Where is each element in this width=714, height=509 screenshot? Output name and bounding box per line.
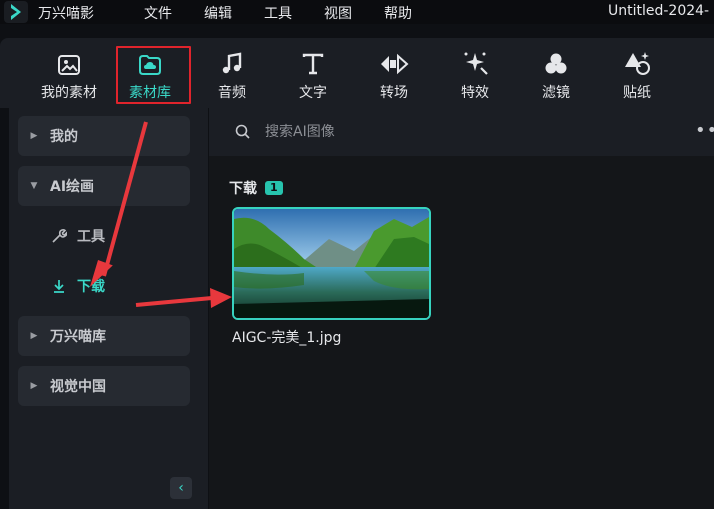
landscape-image [234,209,429,318]
more-options-icon[interactable]: ••• [695,120,714,141]
tab-label: 音频 [218,85,246,101]
sidebar-subitem-label: 下载 [77,279,105,295]
sidebar-subitem-label: 工具 [77,229,105,245]
media-thumbnail[interactable] [232,207,431,320]
tab-effects[interactable]: 特效 [440,48,510,108]
sidebar-item-mine[interactable]: ▶ 我的 [18,116,190,156]
transition-icon [379,48,409,76]
search-icon [235,124,251,144]
tab-label: 我的素材 [41,85,97,101]
sidebar-item-label: 万兴喵库 [50,329,106,345]
cloud-folder-icon [138,48,162,76]
wrench-icon [51,228,67,244]
filter-circles-icon [543,48,569,76]
tab-stickers[interactable]: 贴纸 [602,48,672,108]
search-input[interactable] [265,121,645,143]
sticker-icon [623,48,651,76]
caret-right-icon: ▶ [30,381,38,391]
app-name: 万兴喵影 [38,6,94,22]
sidebar-item-label: AI绘画 [50,179,95,195]
sidebar-item-visual-china[interactable]: ▶ 视觉中国 [18,366,190,406]
chevron-left-icon: ‹ [178,480,184,496]
document-title: Untitled-2024- [608,3,710,19]
menu-view[interactable]: 视图 [324,3,352,23]
tab-label: 滤镜 [542,85,570,101]
tab-label: 转场 [380,85,408,101]
tab-audio[interactable]: 音频 [197,48,267,108]
count-badge: 1 [265,181,283,195]
menu-file[interactable]: 文件 [144,3,172,23]
main-panel: ••• 下载 1 AIGC-完美_1.jp [209,108,714,509]
section-title: 下载 [229,181,257,197]
menu-tools[interactable]: 工具 [264,3,292,23]
sidebar-item-ai-painting[interactable]: ▼ AI绘画 [18,166,190,206]
tab-my-media[interactable]: 我的素材 [34,48,104,108]
tab-label: 素材库 [129,85,171,101]
tab-transitions[interactable]: 转场 [359,48,429,108]
media-toolbar: 我的素材 素材库 音频 文字 转场 特效 滤镜 贴纸 [0,38,714,108]
caret-right-icon: ▶ [30,131,38,141]
tab-label: 贴纸 [623,85,651,101]
tab-label: 特效 [461,85,489,101]
thumbnail-filename: AIGC-完美_1.jpg [232,330,342,346]
menu-edit[interactable]: 编辑 [204,3,232,23]
sparkle-icon [461,48,489,76]
title-bar: 万兴喵影 文件 编辑 工具 视图 帮助 Untitled-2024- [0,0,714,24]
caret-right-icon: ▶ [30,331,38,341]
caret-down-icon: ▼ [30,181,38,191]
tab-filters[interactable]: 滤镜 [521,48,591,108]
search-bar: ••• [209,108,714,156]
image-icon [57,48,81,76]
sidebar-item-label: 我的 [50,129,78,145]
text-t-icon [301,48,325,76]
library-sidebar: ▶ 我的 ▼ AI绘画 工具 下载 ▶ 万兴喵库 ▶ 视觉中国 ‹ [9,108,208,509]
menu-help[interactable]: 帮助 [384,3,412,23]
music-note-icon [220,48,244,76]
app-logo-icon[interactable] [4,1,28,23]
collapse-sidebar-button[interactable]: ‹ [170,477,192,499]
sidebar-subitem-download[interactable]: 下载 [51,276,105,296]
download-icon [51,278,67,294]
sidebar-subitem-tools[interactable]: 工具 [51,226,105,246]
section-header: 下载 1 [229,178,283,198]
tab-label: 文字 [299,85,327,101]
sidebar-item-label: 视觉中国 [50,379,106,395]
tab-text[interactable]: 文字 [278,48,348,108]
tab-stock-library[interactable]: 素材库 [115,48,185,108]
sidebar-item-wondershare-library[interactable]: ▶ 万兴喵库 [18,316,190,356]
